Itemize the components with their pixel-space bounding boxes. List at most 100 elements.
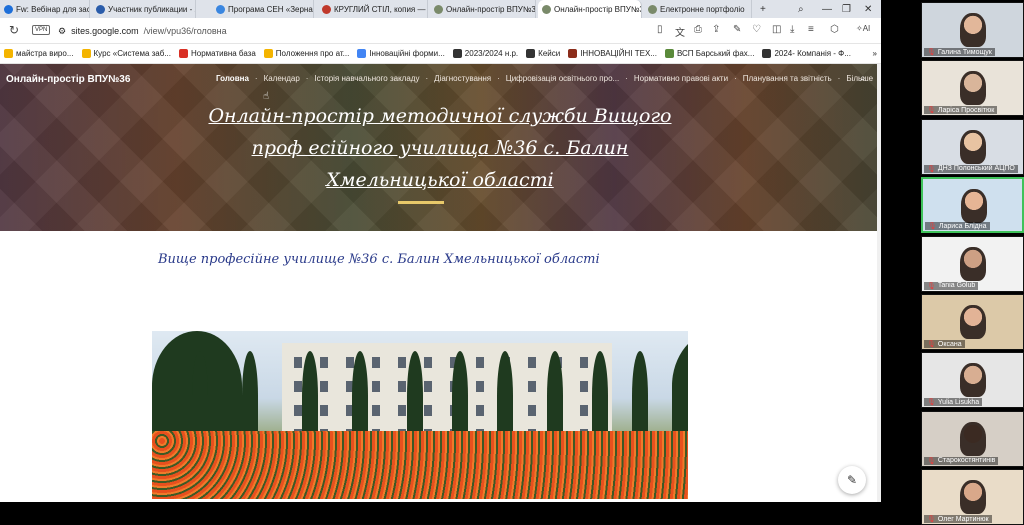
hero-heading-line-1: Онлайн-простір методичної служби Вищого — [208, 105, 672, 127]
participant-name-label: 🎙 Yulia Lisukha — [924, 398, 983, 407]
page-subtitle: Вище професійне училище №36 с. Балин Хме… — [158, 252, 600, 267]
tab-2[interactable]: Участник публикации - 2 — [92, 0, 196, 18]
participant-tile[interactable]: 🎙 Олег Мартинюк — [921, 469, 1024, 525]
building-window-shape — [294, 357, 302, 368]
close-window-icon[interactable]: ✕ — [864, 0, 872, 18]
participant-name: ДНЗ Полонський АЦПО — [937, 165, 1015, 173]
screenshot-icon[interactable]: ⎙ — [694, 24, 702, 35]
favorite-icon[interactable]: ♡ — [752, 24, 761, 35]
participant-video-avatar — [960, 363, 986, 398]
bookmark-item[interactable]: 2023/2024 н.р. — [449, 49, 522, 58]
participant-name: Старокостянтинів — [937, 457, 996, 465]
participant-video-avatar — [960, 246, 986, 281]
bookmark-label: 2024- Компанія - Ф... — [774, 49, 851, 58]
bookmark-item[interactable]: майстра виро... — [0, 49, 78, 58]
edit-icon[interactable]: ✎ — [733, 24, 741, 35]
tab-3[interactable]: Програма СЕН «Зерна» — [212, 0, 314, 18]
site-info-icon[interactable]: ⚙ — [58, 26, 66, 37]
participant-name-label: 🎙 Старокостянтинів — [924, 456, 999, 465]
tab-1[interactable]: Fw: Вебінар для заступни — [0, 0, 90, 18]
search-tabs-icon[interactable]: ⌕ — [798, 0, 804, 18]
search-icon[interactable]: ⌕ — [860, 73, 866, 84]
minimize-icon[interactable]: — — [822, 0, 832, 18]
tab-favicon-icon — [542, 4, 551, 14]
nav-item-4[interactable]: Діагностування — [428, 74, 497, 83]
site-title[interactable]: Онлайн-простір ВПУ№36 — [6, 74, 130, 85]
hero-heading-line-3: Хмельницької області — [326, 169, 554, 191]
participant-tile[interactable]: 🎙 Tania Golub — [921, 235, 1024, 292]
nav-item-5[interactable]: Цифровізація освітнього про... — [500, 74, 625, 83]
bookmark-favicon-icon — [357, 49, 367, 58]
new-tab-icon[interactable]: + — [760, 0, 766, 18]
tab-7[interactable]: Електронне портфоліо — [644, 0, 752, 18]
participant-tile[interactable]: 🎙 Оксана — [921, 294, 1024, 350]
bookmark-favicon-icon — [568, 49, 578, 58]
page-scrollbar[interactable] — [877, 64, 881, 502]
download-icon[interactable]: ⤓ — [790, 24, 794, 35]
participant-tile[interactable]: 🎙 Ларіса Просвітюк — [921, 60, 1024, 117]
reload-icon[interactable]: ↻ — [6, 23, 22, 37]
collections-icon[interactable]: ◫ — [772, 24, 781, 35]
tab-5[interactable]: Онлайн-простір ВПУ№3✕ — [430, 0, 536, 18]
tab-favicon-icon — [4, 4, 13, 14]
bookmark-favicon-icon — [81, 49, 91, 58]
ai-label: AI — [862, 24, 871, 33]
bookmark-item[interactable]: Курс «Система заб... — [78, 49, 176, 58]
participant-video-avatar — [960, 421, 986, 456]
url-host: sites.google.com — [71, 26, 139, 36]
participant-tile[interactable]: 🎙 Галина Тимощук — [921, 2, 1024, 58]
share-icon[interactable]: ⇪ — [712, 24, 720, 35]
tab-label: Онлайн-простір ВПУ№3 — [446, 4, 536, 14]
restore-icon[interactable]: ❐ — [842, 0, 851, 18]
bookmark-item[interactable]: Кейси — [522, 49, 564, 58]
extension-icon[interactable]: ⬡ — [830, 24, 839, 35]
vpn-badge[interactable]: VPN — [32, 25, 51, 35]
participant-video-avatar — [960, 480, 986, 515]
bookmark-favicon-icon — [4, 49, 13, 58]
bookmark-item[interactable]: ВСП Барський фах... — [661, 49, 759, 58]
building-window-shape — [424, 405, 432, 416]
bookmark-label: майстра виро... — [16, 49, 74, 58]
bookmark-item[interactable]: 2024- Компанія - Ф... — [758, 49, 854, 58]
tab-label: Онлайн-простір ВПУ№36 — [554, 4, 642, 14]
building-window-shape — [580, 405, 588, 416]
translate-icon[interactable]: 文 — [675, 24, 685, 39]
nav-item-2[interactable]: Календар — [258, 74, 306, 83]
muted-mic-icon: 🎙 — [927, 457, 936, 465]
building-window-shape — [372, 405, 380, 416]
pencil-icon: ✎ — [846, 473, 858, 487]
bookmark-item[interactable]: Положення про ат... — [260, 49, 354, 58]
nav-item-7[interactable]: Планування та звітність — [737, 74, 838, 83]
bookmark-label: Інноваційні форми... — [369, 49, 445, 58]
tab-favicon-icon — [322, 4, 331, 14]
bookmark-item[interactable]: ІННОВАЦІЙНІ ТЕХ... — [564, 49, 661, 58]
bookmark-label: Кейси — [538, 49, 561, 58]
participant-tile[interactable]: 🎙 Старокостянтинів — [921, 410, 1024, 467]
flowerbed-shape — [152, 431, 688, 499]
participant-video-avatar — [960, 305, 986, 339]
nav-item-3[interactable]: Історія навчального закладу — [308, 74, 425, 83]
bookmark-favicon-icon — [526, 49, 536, 58]
ai-assistant-button[interactable]: ✧AI — [856, 24, 870, 33]
bookmark-item[interactable]: Нормативна база — [175, 49, 260, 58]
menu-icon[interactable]: ≡ — [808, 24, 814, 35]
edit-pencil-button[interactable]: ✎ — [838, 466, 866, 494]
tab-label: Електронне портфоліо — [660, 4, 745, 14]
nav-item-1[interactable]: Головна — [210, 74, 255, 83]
participant-name: Tania Golub — [937, 282, 976, 290]
tab-6-active[interactable]: Онлайн-простір ВПУ№36 — [538, 0, 642, 18]
participant-tile[interactable]: 🎙 ДНЗ Полонський АЦПО — [921, 118, 1024, 175]
tree-shape — [242, 351, 258, 441]
url-input[interactable]: ⚙ sites.google.com/view/vpu36/головна — [52, 22, 692, 40]
bookmark-item[interactable]: Інноваційні форми... — [353, 49, 448, 58]
nav-item-6[interactable]: Нормативно правові акти — [628, 74, 734, 83]
participant-tile[interactable]: 🎙 Yulia Lisukha — [921, 352, 1024, 409]
tab-4[interactable]: КРУГЛИЙ СТІЛ, копия — — [318, 0, 428, 18]
bookmarks-overflow-button[interactable]: » — [869, 49, 881, 58]
tab-favicon-icon — [648, 4, 657, 14]
browser-window: Fw: Вебінар для заступни Участник публик… — [0, 0, 881, 502]
reader-view-icon[interactable]: ▯ — [657, 24, 663, 35]
tab-label: КРУГЛИЙ СТІЛ, копия — — [334, 4, 426, 14]
building-window-shape — [398, 381, 406, 392]
participant-tile[interactable]: 🎙 Лариса Бліднa — [921, 177, 1024, 234]
